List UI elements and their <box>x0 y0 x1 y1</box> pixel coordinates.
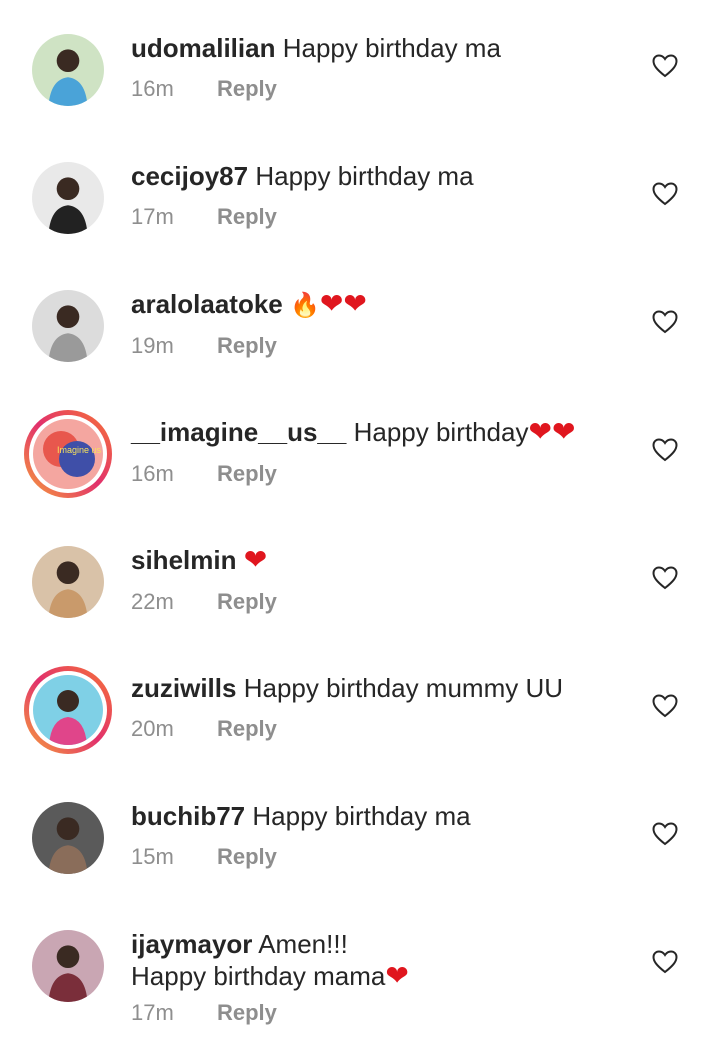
heart-outline-icon[interactable] <box>652 950 678 974</box>
reply-button[interactable]: Reply <box>217 844 277 869</box>
comment-emoji: ❤❤ <box>528 415 576 448</box>
comment-username[interactable]: zuziwills <box>131 673 236 703</box>
comment-username[interactable]: buchib77 <box>131 801 245 831</box>
reply-button[interactable]: Reply <box>217 589 277 614</box>
comment-username[interactable]: udomalilian <box>131 33 275 63</box>
comment-item: Imagine us __imagine__us__ Happy birthday… <box>0 410 720 544</box>
heart-outline-icon[interactable] <box>652 438 678 462</box>
comment-text: Happy birthday ma <box>252 801 471 831</box>
heart-outline-icon[interactable] <box>652 182 678 206</box>
reply-button[interactable]: Reply <box>217 716 277 741</box>
story-ring-avatar[interactable] <box>24 666 112 754</box>
comment-username[interactable]: aralolaatoke <box>131 289 283 319</box>
comment-username[interactable]: ijaymayor <box>131 929 252 959</box>
avatar[interactable] <box>32 546 104 618</box>
avatar[interactable] <box>32 34 104 106</box>
comment-item: aralolaatoke 🔥❤❤ 19m Reply <box>0 288 720 416</box>
comment-emoji: ❤ <box>385 959 409 992</box>
comment-username[interactable]: __imagine__us__ <box>131 417 346 447</box>
heart-outline-icon[interactable] <box>652 694 678 718</box>
comment-text: Happy birthday <box>353 417 529 447</box>
comment-item: cecijoy87 Happy birthday ma 17m Reply <box>0 160 720 288</box>
reply-button[interactable]: Reply <box>217 76 277 101</box>
comment-timestamp: 16m <box>131 76 174 101</box>
avatar[interactable] <box>32 162 104 234</box>
comment-username[interactable]: sihelmin <box>131 545 236 575</box>
avatar-text: Imagine us <box>57 445 102 455</box>
heart-outline-icon[interactable] <box>652 566 678 590</box>
reply-button[interactable]: Reply <box>217 1000 277 1025</box>
comment-text: Happy birthday mummy UU <box>243 673 564 703</box>
comment-text-line2: Happy birthday mama <box>131 961 386 991</box>
comment-timestamp: 19m <box>131 333 174 358</box>
comment-timestamp: 17m <box>131 1000 174 1025</box>
heart-outline-icon[interactable] <box>652 822 678 846</box>
comment-text: Amen!!! <box>258 929 348 959</box>
comment-timestamp: 17m <box>131 204 174 229</box>
comment-emoji: 🔥❤❤ <box>289 287 367 320</box>
story-ring-avatar[interactable]: Imagine us <box>24 410 112 498</box>
comment-timestamp: 15m <box>131 844 174 869</box>
reply-button[interactable]: Reply <box>217 333 277 358</box>
avatar[interactable] <box>32 930 104 1002</box>
comment-timestamp: 20m <box>131 716 174 741</box>
comment-emoji: ❤ <box>243 543 268 576</box>
comment-item: ijaymayor Amen!!! Happy birthday mama❤ 17m… <box>0 928 720 1056</box>
reply-button[interactable]: Reply <box>217 204 277 229</box>
comment-text: Happy birthday ma <box>282 33 501 63</box>
comment-item: udomalilian Happy birthday ma 16m Reply <box>0 32 720 160</box>
comment-item: sihelmin ❤ 22m Reply <box>0 544 720 672</box>
comment-username[interactable]: cecijoy87 <box>131 161 248 191</box>
heart-outline-icon[interactable] <box>652 310 678 334</box>
comment-item: buchib77 Happy birthday ma 15m Reply <box>0 800 720 928</box>
heart-outline-icon[interactable] <box>652 54 678 78</box>
comment-text: Happy birthday ma <box>255 161 474 191</box>
comment-timestamp: 16m <box>131 461 174 486</box>
comment-timestamp: 22m <box>131 589 174 614</box>
comment-item: zuziwills Happy birthday mummy UU 20m Repl… <box>0 666 720 800</box>
avatar[interactable] <box>32 802 104 874</box>
avatar[interactable] <box>32 290 104 362</box>
reply-button[interactable]: Reply <box>217 461 277 486</box>
